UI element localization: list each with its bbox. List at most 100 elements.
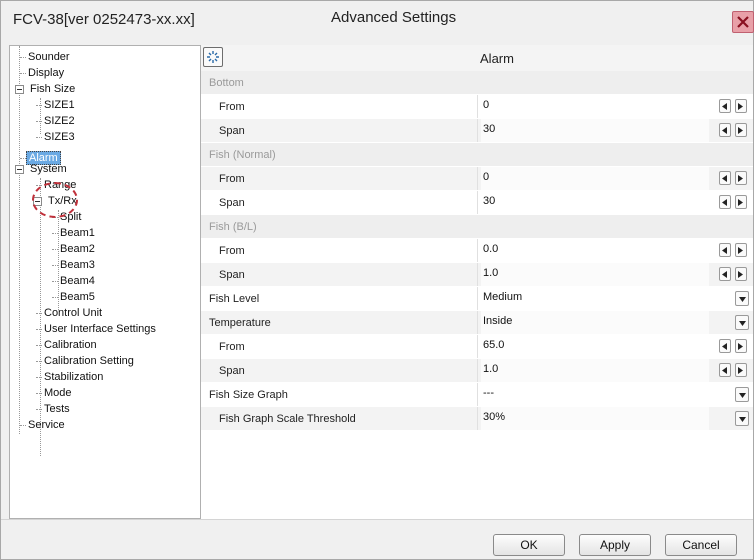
apply-button[interactable]: Apply [579, 534, 651, 556]
setting-row[interactable]: From 65.0 [201, 335, 753, 358]
tree-connector [36, 329, 42, 330]
setting-row[interactable]: Span 1.0 [201, 359, 753, 382]
setting-value[interactable]: 0.0 [481, 239, 709, 262]
setting-value[interactable]: 1.0 [481, 359, 709, 382]
tree-item-beam4[interactable]: Beam4 [52, 273, 97, 289]
setting-value[interactable]: 65.0 [481, 335, 709, 358]
setting-value[interactable]: 0 [481, 95, 709, 118]
tree-item-beam2[interactable]: Beam2 [52, 241, 97, 257]
setting-label: Span [219, 365, 245, 377]
tree-item-mode[interactable]: Mode [36, 385, 74, 401]
dropdown-arrow-icon[interactable] [735, 315, 749, 330]
tree-connector [36, 105, 42, 106]
increment-arrow-icon[interactable] [735, 363, 747, 377]
increment-arrow-icon[interactable] [735, 339, 747, 353]
tree-item-user-interface-settings[interactable]: User Interface Settings [36, 321, 158, 337]
tree-item-system[interactable]: System [15, 161, 69, 177]
setting-row[interactable]: From 0 [201, 167, 753, 190]
tree-connector [36, 313, 42, 314]
increment-arrow-icon[interactable] [735, 243, 747, 257]
increment-arrow-icon[interactable] [735, 195, 747, 209]
section-label: Bottom [209, 77, 244, 89]
tree-connector [36, 377, 42, 378]
decrement-arrow-icon[interactable] [719, 243, 731, 257]
setting-value[interactable]: Medium [481, 287, 709, 310]
setting-row[interactable]: Temperature Inside [201, 311, 753, 334]
decrement-arrow-icon[interactable] [719, 99, 731, 113]
decrement-arrow-icon[interactable] [719, 123, 731, 137]
column-divider [477, 287, 478, 310]
decrement-arrow-icon[interactable] [719, 339, 731, 353]
tree-connector [36, 361, 42, 362]
ok-button[interactable]: OK [493, 534, 565, 556]
tree-connector [52, 265, 58, 266]
column-divider [477, 191, 478, 214]
tree-item-beam3[interactable]: Beam3 [52, 257, 97, 273]
column-divider [477, 119, 478, 142]
setting-row[interactable]: Span 30 [201, 119, 753, 142]
setting-label: Span [219, 125, 245, 137]
tree-connector [52, 297, 58, 298]
setting-label: From [219, 101, 245, 113]
setting-row[interactable]: Fish Graph Scale Threshold 30% [201, 407, 753, 430]
decrement-arrow-icon[interactable] [719, 363, 731, 377]
tree-item-sounder[interactable]: Sounder [20, 49, 72, 65]
tree-item-fish-size[interactable]: Fish Size [15, 81, 77, 97]
tree-item-label: Beam5 [60, 291, 95, 303]
tree-item-beam1[interactable]: Beam1 [52, 225, 97, 241]
tree-item-display[interactable]: Display [20, 65, 66, 81]
increment-arrow-icon[interactable] [735, 99, 747, 113]
setting-row[interactable]: From 0.0 [201, 239, 753, 262]
collapse-icon[interactable] [15, 85, 24, 94]
tree-item-size2[interactable]: SIZE2 [36, 113, 77, 129]
tree-item-control-unit[interactable]: Control Unit [36, 305, 104, 321]
setting-value[interactable]: 30 [481, 191, 709, 214]
tree-item-label: Stabilization [44, 371, 104, 383]
increment-arrow-icon[interactable] [735, 171, 747, 185]
setting-value[interactable]: 30% [481, 407, 709, 430]
tree-item-beam5[interactable]: Beam5 [52, 289, 97, 305]
column-divider [477, 383, 478, 406]
setting-row[interactable]: Fish Level Medium [201, 287, 753, 310]
section-label: Fish (B/L) [209, 221, 257, 233]
setting-value[interactable]: --- [481, 383, 709, 406]
settings-tree: Sounder Display Fish Size SIZE1 SIZE2 SIZE3 Al… [9, 45, 201, 519]
setting-row[interactable]: Fish Size Graph --- [201, 383, 753, 406]
tree-item-size3[interactable]: SIZE3 [36, 129, 77, 145]
setting-row[interactable]: Span 1.0 [201, 263, 753, 286]
tree-item-calibration-setting[interactable]: Calibration Setting [36, 353, 136, 369]
title-bar: FCV-38[ver 0252473-xx.xx] Advanced Setti… [1, 1, 754, 37]
tree-item-tests[interactable]: Tests [36, 401, 72, 417]
tree-connector [52, 281, 58, 282]
panel-title: Alarm [480, 51, 514, 66]
tree-item-calibration[interactable]: Calibration [36, 337, 99, 353]
setting-value[interactable]: 30 [481, 119, 709, 142]
settings-header: Alarm [201, 45, 753, 71]
setting-value[interactable]: 1.0 [481, 263, 709, 286]
decrement-arrow-icon[interactable] [719, 267, 731, 281]
close-button[interactable] [732, 11, 754, 33]
setting-row[interactable]: From 0 [201, 95, 753, 118]
tree-connector [20, 158, 26, 159]
decrement-arrow-icon[interactable] [719, 195, 731, 209]
setting-label: Fish Graph Scale Threshold [219, 413, 356, 425]
increment-arrow-icon[interactable] [735, 267, 747, 281]
tree-item-stabilization[interactable]: Stabilization [36, 369, 105, 385]
decrement-arrow-icon[interactable] [719, 171, 731, 185]
setting-row[interactable]: Span 30 [201, 191, 753, 214]
cancel-button[interactable]: Cancel [665, 534, 737, 556]
column-divider [477, 335, 478, 358]
tree-connector [36, 345, 42, 346]
increment-arrow-icon[interactable] [735, 123, 747, 137]
dropdown-arrow-icon[interactable] [735, 291, 749, 306]
tree-item-service[interactable]: Service [20, 417, 67, 433]
tree-item-label: Display [28, 67, 65, 79]
tree-item-size1[interactable]: SIZE1 [36, 97, 77, 113]
setting-value[interactable]: 0 [481, 167, 709, 190]
setting-value[interactable]: Inside [481, 311, 709, 334]
close-x-icon [737, 16, 749, 28]
dropdown-arrow-icon[interactable] [735, 411, 749, 426]
collapse-icon[interactable] [15, 165, 24, 174]
dropdown-arrow-icon[interactable] [735, 387, 749, 402]
tree-item-label: Sounder [28, 51, 70, 63]
